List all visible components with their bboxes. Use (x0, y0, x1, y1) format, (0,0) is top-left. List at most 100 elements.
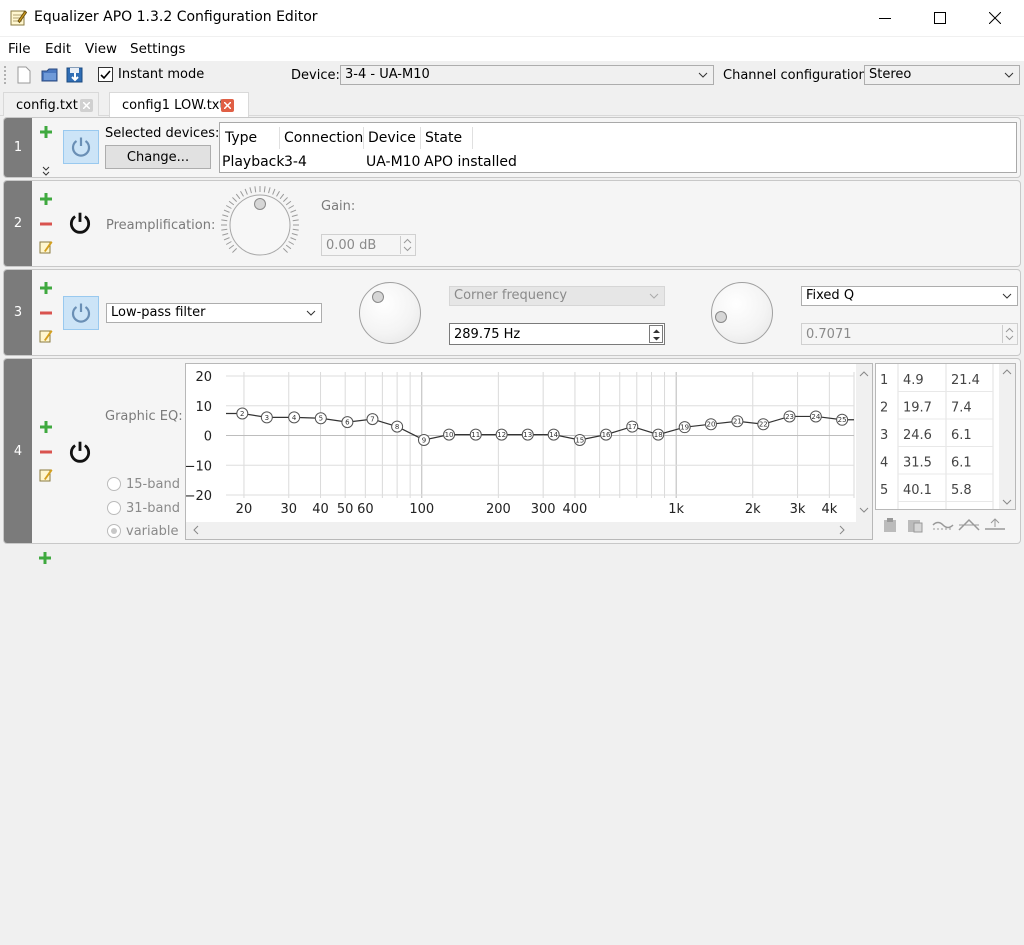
svg-text:8: 8 (395, 423, 399, 431)
filter-type-select[interactable]: Low-pass filter (106, 303, 322, 323)
add-filter-icon[interactable] (38, 551, 52, 565)
eq-band-handle[interactable]: 14 (547, 428, 560, 441)
power-toggle[interactable] (63, 296, 99, 330)
radio-15-band[interactable] (107, 477, 121, 491)
menu-view[interactable]: View (85, 41, 117, 57)
q-knob[interactable] (711, 282, 773, 344)
table-row[interactable]: 1 4.9 21.4 (880, 373, 980, 388)
eq-band-handle[interactable]: 16 (600, 428, 613, 441)
gain-spinner[interactable] (400, 236, 414, 254)
eq-band-handle[interactable]: 17 (626, 420, 639, 433)
menu-settings[interactable]: Settings (130, 41, 185, 57)
channel-config-select[interactable]: Stereo (864, 65, 1020, 85)
flatten-curve-icon[interactable] (932, 516, 954, 534)
radio-31-band[interactable] (107, 501, 121, 515)
eq-band-handle[interactable]: 13 (521, 428, 534, 441)
normalize-curve-icon[interactable] (984, 516, 1006, 534)
eq-band-handle[interactable]: 6 (341, 416, 354, 429)
eq-band-grid[interactable]: 1 4.9 21.4 2 19.7 7.4 3 24.6 6.1 4 31.5 6.1 5 40.1 5.8 (876, 364, 1015, 510)
minimize-button[interactable] (857, 0, 912, 36)
remove-icon[interactable] (39, 217, 53, 231)
chevron-down-icon (1004, 72, 1014, 78)
table-row[interactable]: 3 24.6 6.1 (880, 428, 972, 443)
eq-band-handle[interactable]: 25 (836, 413, 849, 426)
invert-curve-icon[interactable] (958, 516, 980, 534)
q-spinner[interactable] (1002, 325, 1016, 343)
eq-band-handle[interactable]: 24 (809, 410, 822, 423)
eq-band-handle[interactable]: 11 (469, 428, 482, 441)
table-row[interactable]: 4 31.5 6.1 (880, 456, 972, 471)
svg-text:16: 16 (602, 431, 611, 439)
horizontal-scrollbar[interactable] (186, 522, 856, 539)
edit-icon[interactable] (39, 468, 53, 482)
svg-text:3: 3 (265, 414, 269, 422)
x-tick-label: 100 (409, 502, 434, 517)
eq-curve-chart[interactable]: 20100−10−2020 30 40 50 60 100 200 300 400 1k 2k 3k 4… (185, 364, 872, 539)
radio-variable[interactable] (107, 524, 121, 538)
eq-band-handle[interactable]: 21 (731, 415, 744, 428)
maximize-button[interactable] (912, 0, 967, 36)
remove-icon[interactable] (39, 306, 53, 320)
eq-band-handle[interactable]: 10 (443, 428, 456, 441)
expand-icon[interactable] (39, 164, 53, 178)
device-select[interactable]: 3-4 - UA-M10 (340, 65, 714, 85)
new-file-icon[interactable] (14, 65, 34, 85)
add-icon[interactable] (39, 192, 53, 206)
graphic-eq-plot[interactable]: 20 10 0 −10 −20 20 30 40 50 60 100 200 300 400 1k 2k 3k 4… (185, 363, 873, 540)
clipboard-icon[interactable] (881, 516, 899, 534)
frequency-knob[interactable] (359, 282, 421, 344)
instant-mode-checkbox[interactable] (98, 67, 113, 82)
add-icon[interactable] (39, 420, 53, 434)
eq-band-handle[interactable]: 20 (704, 418, 717, 431)
menu-file[interactable]: File (8, 41, 31, 57)
power-toggle[interactable] (62, 206, 98, 240)
frequency-spinner[interactable] (649, 325, 663, 343)
edit-icon[interactable] (39, 240, 53, 254)
eq-band-handle[interactable]: 12 (495, 428, 508, 441)
remove-icon[interactable] (39, 445, 53, 459)
tab-config[interactable]: config.txt (3, 92, 99, 116)
y-tick-label: 0 (204, 430, 212, 445)
eq-band-handle[interactable]: 9 (417, 433, 430, 446)
menu-edit[interactable]: Edit (45, 41, 71, 57)
open-folder-icon[interactable] (40, 65, 60, 85)
eq-band-handle[interactable]: 7 (366, 413, 379, 426)
vertical-scrollbar[interactable] (856, 364, 872, 539)
change-devices-button[interactable]: Change... (105, 145, 211, 169)
frequency-input[interactable]: 289.75 Hz (449, 323, 665, 345)
minimize-icon (878, 18, 891, 19)
table-row[interactable]: 5 40.1 5.8 (880, 483, 972, 498)
power-toggle[interactable] (62, 435, 98, 469)
q-mode-select[interactable]: Fixed Q (801, 286, 1018, 306)
eq-band-handle[interactable]: 4 (288, 411, 301, 424)
svg-text:5.8: 5.8 (951, 483, 972, 498)
table-scrollbar[interactable] (999, 364, 1015, 510)
eq-band-handle[interactable]: 23 (783, 410, 796, 423)
eq-band-handle[interactable]: 8 (391, 420, 404, 433)
tab-close-icon[interactable] (221, 99, 234, 112)
eq-band-handle[interactable]: 19 (678, 421, 691, 434)
q-input[interactable]: 0.7071 (801, 323, 1018, 345)
eq-band-handle[interactable]: 15 (573, 433, 586, 446)
tab-config1-low[interactable]: config1 LOW.txt (109, 92, 249, 117)
add-icon[interactable] (39, 125, 53, 139)
tab-close-icon[interactable] (80, 99, 93, 112)
save-icon[interactable] (65, 65, 85, 85)
table-row[interactable]: 2 19.7 7.4 (880, 401, 972, 416)
channel-config-label: Channel configuration: (723, 68, 872, 83)
frequency-mode-select[interactable]: Corner frequency (449, 286, 665, 306)
preamp-knob[interactable] (219, 184, 301, 266)
gain-input[interactable]: 0.00 dB (321, 234, 416, 256)
eq-band-handle[interactable]: 18 (652, 428, 665, 441)
eq-band-handle[interactable]: 22 (757, 418, 770, 431)
svg-text:5: 5 (880, 483, 888, 498)
paste-icon[interactable] (906, 516, 924, 534)
add-icon[interactable] (39, 281, 53, 295)
edit-icon[interactable] (39, 329, 53, 343)
svg-text:3: 3 (880, 428, 888, 443)
eq-band-handle[interactable]: 2 (236, 407, 249, 420)
close-button[interactable] (967, 0, 1022, 36)
eq-band-handle[interactable]: 3 (260, 411, 273, 424)
eq-band-handle[interactable]: 5 (314, 412, 327, 425)
power-toggle[interactable] (63, 130, 99, 164)
